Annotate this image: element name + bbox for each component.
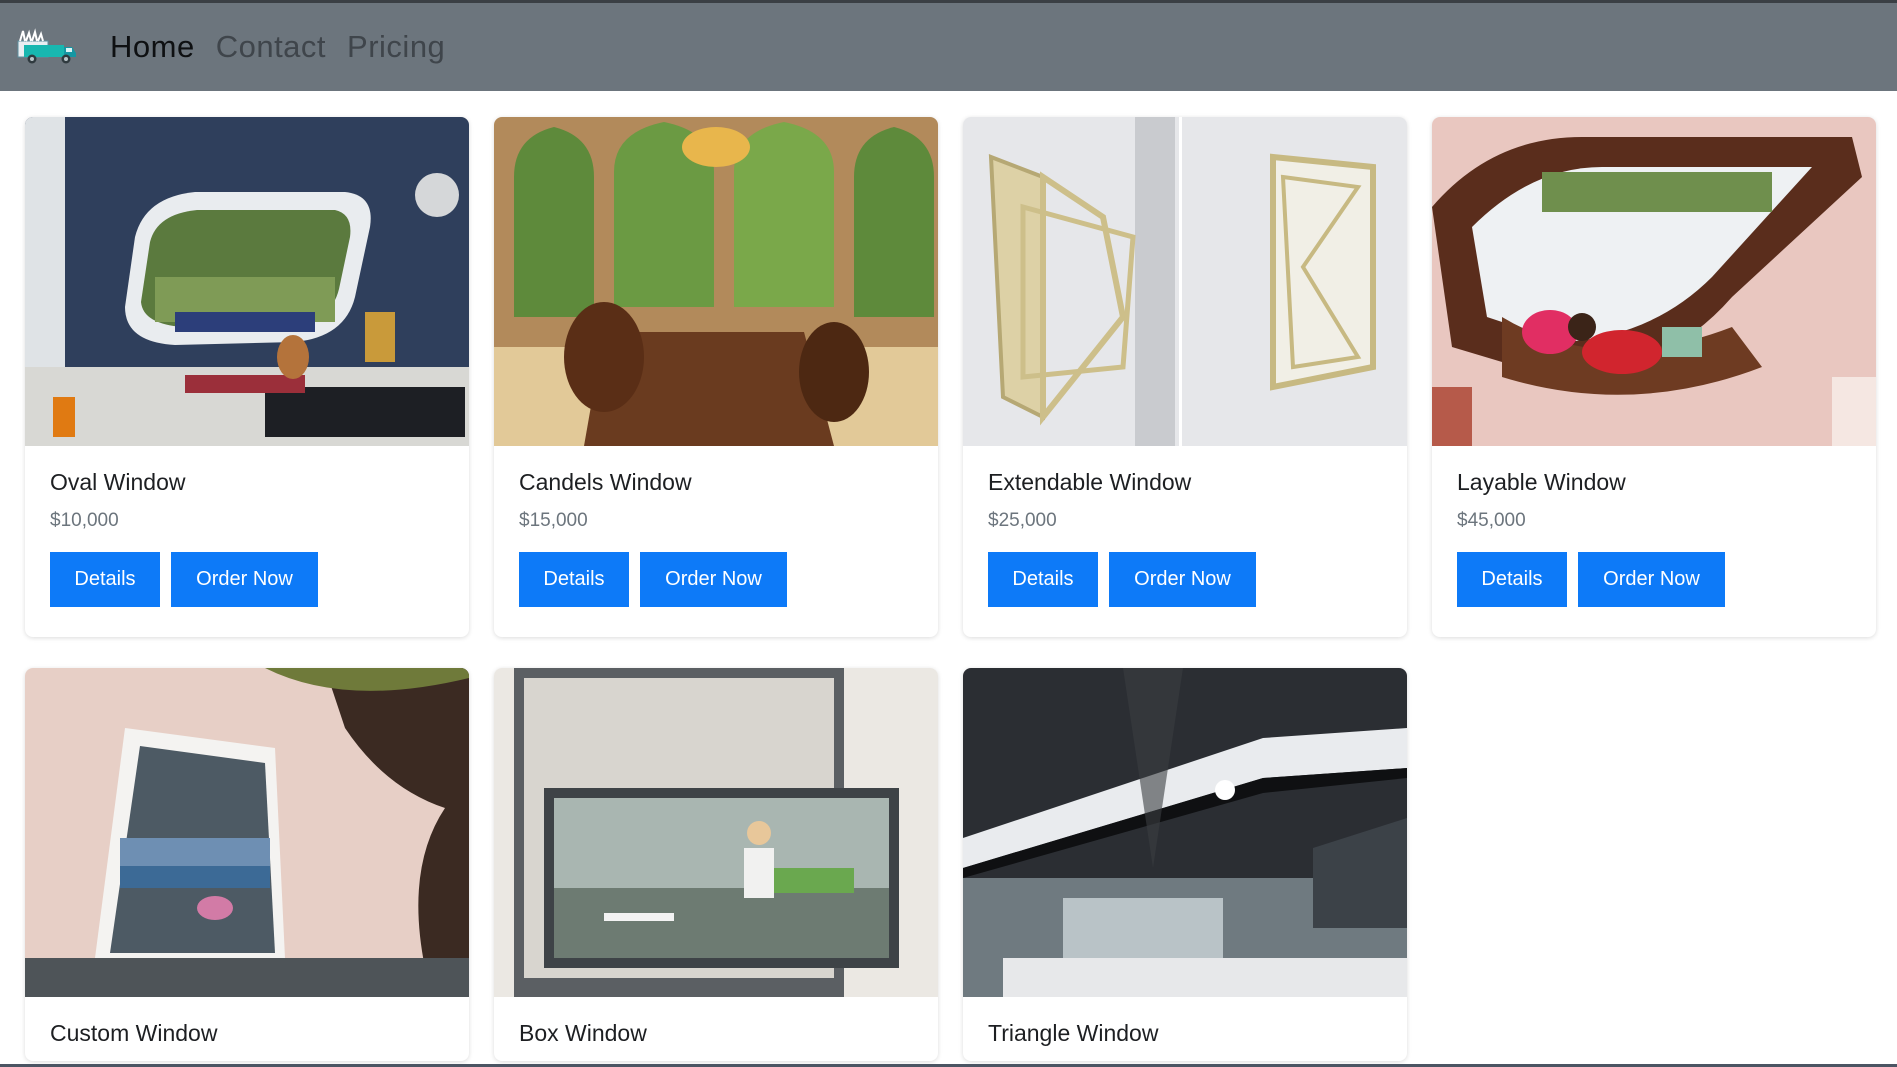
details-button[interactable]: Details [519, 552, 629, 607]
product-card: Oval Window $10,000 Details Order Now [25, 117, 469, 637]
product-card: Extendable Window $25,000 Details Order … [963, 117, 1407, 637]
order-now-button[interactable]: Order Now [640, 552, 787, 607]
product-card: Layable Window $45,000 Details Order Now [1432, 117, 1876, 637]
living-room-oval-window-image[interactable] [25, 117, 469, 446]
product-price: $25,000 [988, 510, 1057, 531]
nav-home-link[interactable]: Home [110, 29, 195, 65]
details-button[interactable]: Details [988, 552, 1098, 607]
truck-icon[interactable] [16, 27, 78, 67]
order-now-button[interactable]: Order Now [171, 552, 318, 607]
product-price: $15,000 [519, 510, 588, 531]
nav-contact-link[interactable]: Contact [216, 29, 326, 65]
product-name: Oval Window [50, 469, 186, 495]
product-card: Custom Window [25, 668, 469, 1061]
cantilevered-box-window-image[interactable] [494, 668, 938, 997]
details-button[interactable]: Details [50, 552, 160, 607]
arched-dining-room-window-image[interactable] [494, 117, 938, 446]
product-name: Triangle Window [988, 1020, 1159, 1046]
window-seat-reading-image[interactable] [1432, 117, 1876, 446]
nav-pricing-link[interactable]: Pricing [347, 29, 445, 65]
order-now-button[interactable]: Order Now [1578, 552, 1725, 607]
product-name: Box Window [519, 1020, 647, 1046]
product-grid: Oval Window $10,000 Details Order Now Ca… [25, 117, 1876, 1067]
product-name: Candels Window [519, 469, 692, 495]
product-card: Candels Window $15,000 Details Order Now [494, 117, 938, 637]
details-button[interactable]: Details [1457, 552, 1567, 607]
glass-house-exterior-image[interactable] [963, 668, 1407, 997]
order-now-button[interactable]: Order Now [1109, 552, 1256, 607]
product-card: Triangle Window [963, 668, 1407, 1061]
product-price: $45,000 [1457, 510, 1526, 531]
product-name: Custom Window [50, 1020, 218, 1046]
product-name: Layable Window [1457, 469, 1626, 495]
product-card: Box Window [494, 668, 938, 1061]
product-name: Extendable Window [988, 469, 1192, 495]
folding-extendable-window-image[interactable] [963, 117, 1407, 446]
product-price: $10,000 [50, 510, 119, 531]
navbar: Home Contact Pricing [0, 3, 1897, 91]
angled-modern-house-window-image[interactable] [25, 668, 469, 997]
